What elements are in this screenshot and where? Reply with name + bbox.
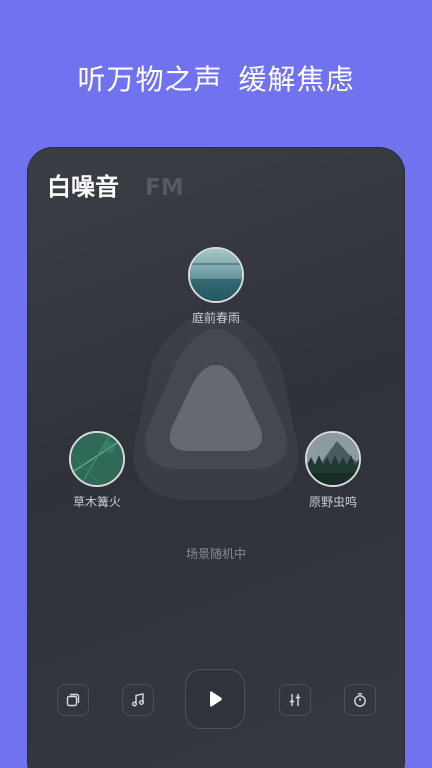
layers-icon: [66, 693, 80, 707]
equalizer-button[interactable]: [279, 684, 311, 716]
timer-icon: [354, 693, 366, 707]
timer-button[interactable]: [344, 684, 376, 716]
scene-label: 草木篝火: [72, 495, 122, 509]
app-page: 听万物之声 缓解焦虑 白噪音 FM 庭前春雨 草木篝火 原野虫鸣 场景随机中: [0, 0, 432, 768]
scene-label: 原野虫鸣: [308, 495, 358, 509]
leaf-photo-icon: [69, 431, 125, 487]
scene-field-insects[interactable]: 原野虫鸣: [305, 431, 361, 509]
equalizer-icon: [289, 694, 301, 706]
scene-campfire[interactable]: 草木篝火: [69, 431, 125, 509]
music-button[interactable]: [122, 684, 154, 716]
scene-label: 庭前春雨: [191, 311, 241, 325]
lake-photo-icon: [188, 247, 244, 303]
banner-headline: 听万物之声 缓解焦虑: [77, 63, 355, 96]
music-note-icon: [132, 693, 144, 707]
random-status: 场景随机中: [185, 547, 246, 561]
layers-button[interactable]: [57, 684, 89, 716]
play-icon: [210, 691, 222, 707]
play-button[interactable]: [185, 669, 245, 729]
player-panel: 白噪音 FM 庭前春雨 草木篝火 原野虫鸣 场景随机中: [27, 147, 405, 768]
scene-spring-rain[interactable]: 庭前春雨: [188, 247, 244, 325]
forest-photo-icon: [305, 431, 361, 487]
